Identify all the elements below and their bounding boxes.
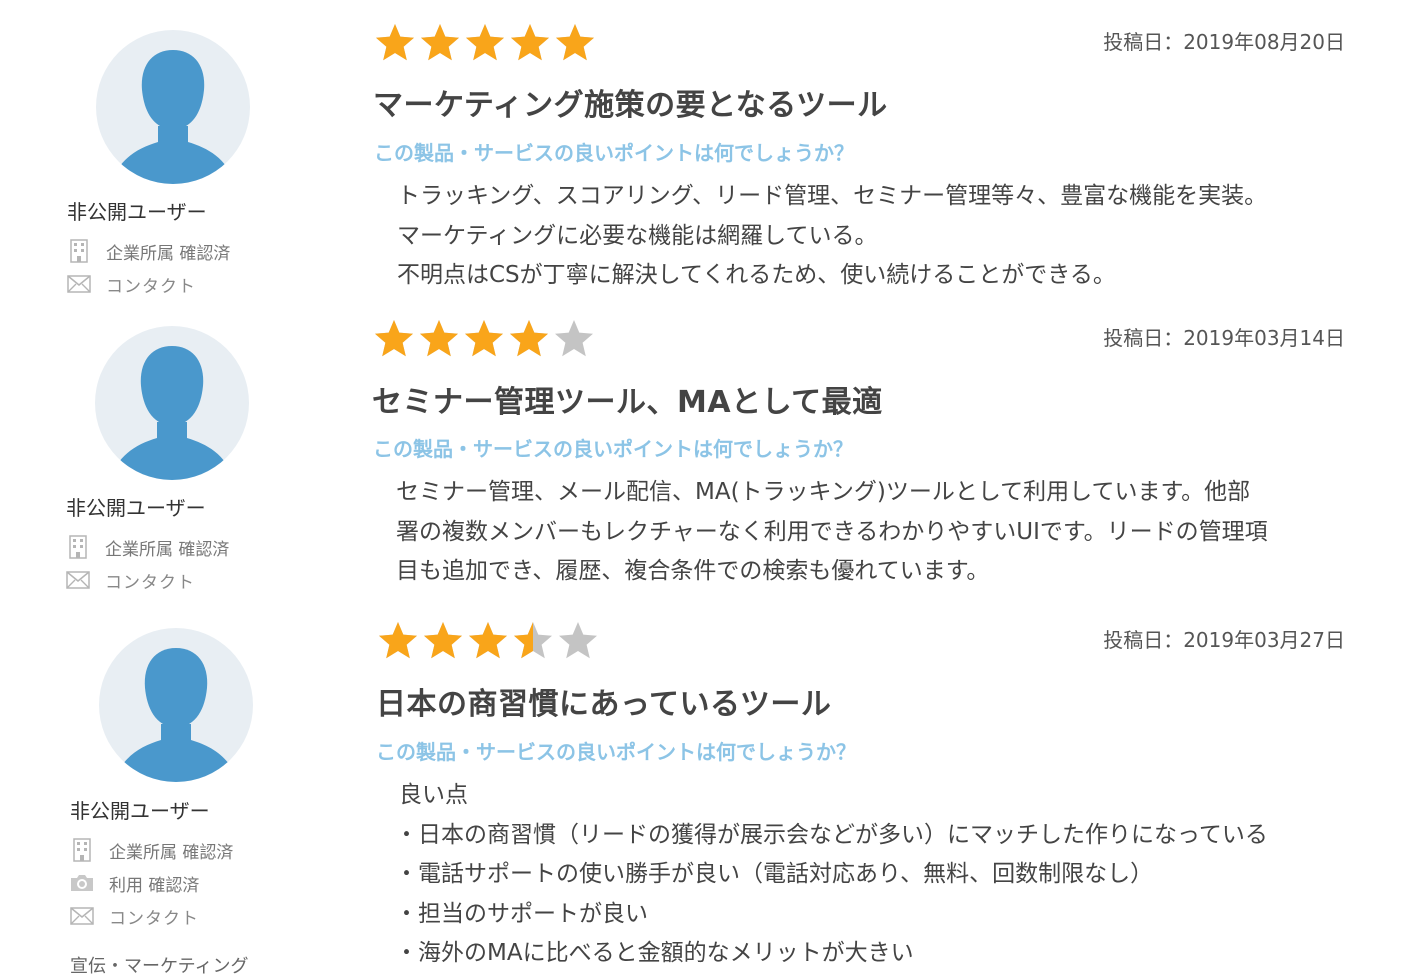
review-title[interactable]: セミナー管理ツール、MAとして最適 [372,377,883,421]
review-body-line: ・日本の商習慣（リードの獲得が展示会などが多い）にマッチした作りになっている [395,821,1268,848]
review-title[interactable]: 日本の商習慣にあっているツール [376,679,831,723]
star-rating [377,620,602,662]
mail-icon [69,904,95,928]
review-body-line: ・担当のサポートが良い [395,900,648,927]
review-body-line: マーケティングに必要な機能は網羅している。 [397,222,878,249]
user-silhouette-icon [113,648,239,782]
review-body: 良い点 ・日本の商習慣（リードの獲得が展示会などが多い）にマッチした作りになって… [395,776,1349,974]
post-date: 投稿日：2019年08月20日 [1103,30,1345,54]
star-icon [419,22,464,64]
contact-link[interactable]: コンタクト [66,272,196,297]
star-icon [557,620,602,662]
star-icon [373,318,418,360]
star-icon [553,318,598,360]
contact-link[interactable]: コンタクト [69,904,199,929]
user-department: 宣伝・マーケティング [70,956,249,977]
company-verified-label: 企業所属 確認済 [106,243,231,264]
review-body: トラッキング、スコアリング、リード管理、セミナー管理等々、豊富な機能を実装。 マ… [397,177,1347,296]
star-icon [377,620,422,662]
review-body-line: 不明点はCSが丁寧に解決してくれるため、使い続けることができる。 [397,262,1116,288]
user-name: 非公開ユーザー [70,799,210,823]
star-icon [512,620,557,662]
star-icon [467,620,512,662]
star-icon [464,22,509,64]
company-verified-label: 企業所属 確認済 [109,842,234,863]
user-name: 非公開ユーザー [66,496,206,520]
company-verified-label: 企業所属 確認済 [105,539,230,560]
post-date: 投稿日：2019年03月14日 [1103,326,1345,350]
contact-label[interactable]: コンタクト [106,272,196,297]
star-rating [373,318,598,360]
usage-verified-label: 利用 確認済 [109,875,200,896]
star-rating [374,22,599,64]
review-body-line: 良い点 [399,782,468,808]
mail-icon [65,568,91,592]
user-silhouette-icon [109,346,235,480]
user-name: 非公開ユーザー [67,200,207,224]
star-icon [509,22,554,64]
star-icon [374,22,419,64]
post-date: 投稿日：2019年03月27日 [1103,628,1345,652]
company-verified: 企業所属 確認済 [65,535,230,560]
review-question: この製品・サービスの良いポイントは何でしょうか？ [374,141,854,165]
company-verified: 企業所属 確認済 [69,838,234,863]
review-question: この製品・サービスの良いポイントは何でしょうか？ [376,740,856,764]
star-icon [418,318,463,360]
review-body-line: ・海外のMAに比べると金額的なメリットが大きい [395,940,914,966]
star-icon [422,620,467,662]
review-body-line: 署の複数メンバーもレクチャーなく利用できるわかりやすいUIです。リードの管理項 [396,518,1268,545]
building-icon [66,239,92,263]
user-avatar [95,326,249,480]
star-icon [463,318,508,360]
contact-link[interactable]: コンタクト [65,568,195,593]
review-body-line: トラッキング、スコアリング、リード管理、セミナー管理等々、豊富な機能を実装。 [397,183,1268,209]
user-silhouette-icon [110,50,236,184]
user-avatar [99,628,253,782]
review-body-line: セミナー管理、メール配信、MA(トラッキング)ツールとして利用しています。他部 [396,479,1251,505]
building-icon [65,535,91,559]
usage-verified: 利用 確認済 [69,871,200,896]
building-icon [69,838,95,862]
star-icon [554,22,599,64]
review-body-line: ・電話サポートの使い勝手が良い（電話対応あり、無料、回数制限なし） [395,861,1154,887]
mail-icon [66,272,92,296]
user-avatar [96,30,250,184]
review-question: この製品・サービスの良いポイントは何でしょうか？ [373,437,853,461]
review-body-line: 目も追加でき、履歴、複合条件での検索も優れています。 [396,558,990,584]
contact-label[interactable]: コンタクト [105,568,195,593]
review-body: セミナー管理、メール配信、MA(トラッキング)ツールとして利用しています。他部 … [396,473,1346,592]
company-verified: 企業所属 確認済 [66,239,231,264]
review-title[interactable]: マーケティング施策の要となるツール [373,80,888,124]
contact-label[interactable]: コンタクト [109,904,199,929]
star-icon [508,318,553,360]
camera-icon [69,871,95,895]
